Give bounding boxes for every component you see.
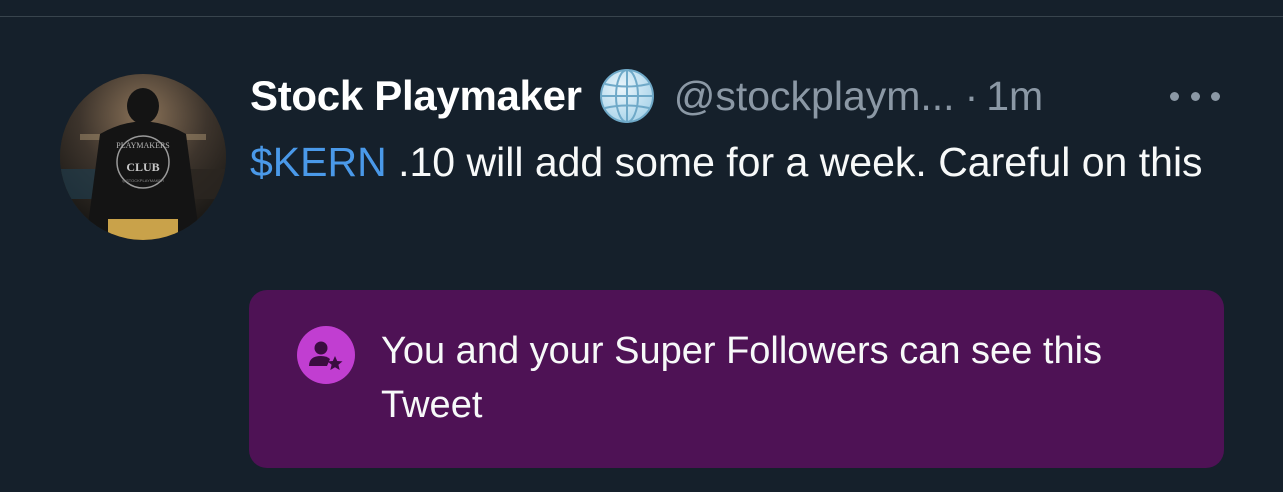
super-followers-notice: You and your Super Followers can see thi… (249, 290, 1224, 468)
more-horizontal-icon[interactable] (1170, 82, 1220, 110)
tweet-header: Stock Playmaker @stockplaym... · 1m (250, 68, 1043, 124)
tweet-body: .10 will add some for a week. Careful on… (386, 139, 1203, 185)
avatar-logo-small: @STOCKPLAYMAKER (122, 178, 164, 183)
author-name[interactable]: Stock Playmaker (250, 72, 582, 120)
header-separator: · (964, 72, 979, 119)
avatar[interactable]: PLAYMAKERS CLUB @STOCKPLAYMAKER (60, 74, 226, 240)
avatar-image: PLAYMAKERS CLUB @STOCKPLAYMAKER (60, 74, 226, 240)
super-follower-icon (297, 326, 355, 384)
notice-text: You and your Super Followers can see thi… (381, 330, 1103, 426)
avatar-logo-bottom: CLUB (126, 160, 159, 174)
tweet-page: PLAYMAKERS CLUB @STOCKPLAYMAKER Stock Pl… (0, 0, 1283, 492)
cashtag-link[interactable]: $KERN (250, 139, 387, 185)
tweet-text: $KERN .10 will add some for a week. Care… (250, 132, 1250, 192)
top-divider (0, 16, 1283, 17)
timestamp[interactable]: 1m (986, 73, 1043, 120)
author-handle[interactable]: @stockplaym... (674, 73, 955, 120)
globe-icon (598, 67, 656, 125)
avatar-logo-top: PLAYMAKERS (116, 141, 170, 150)
